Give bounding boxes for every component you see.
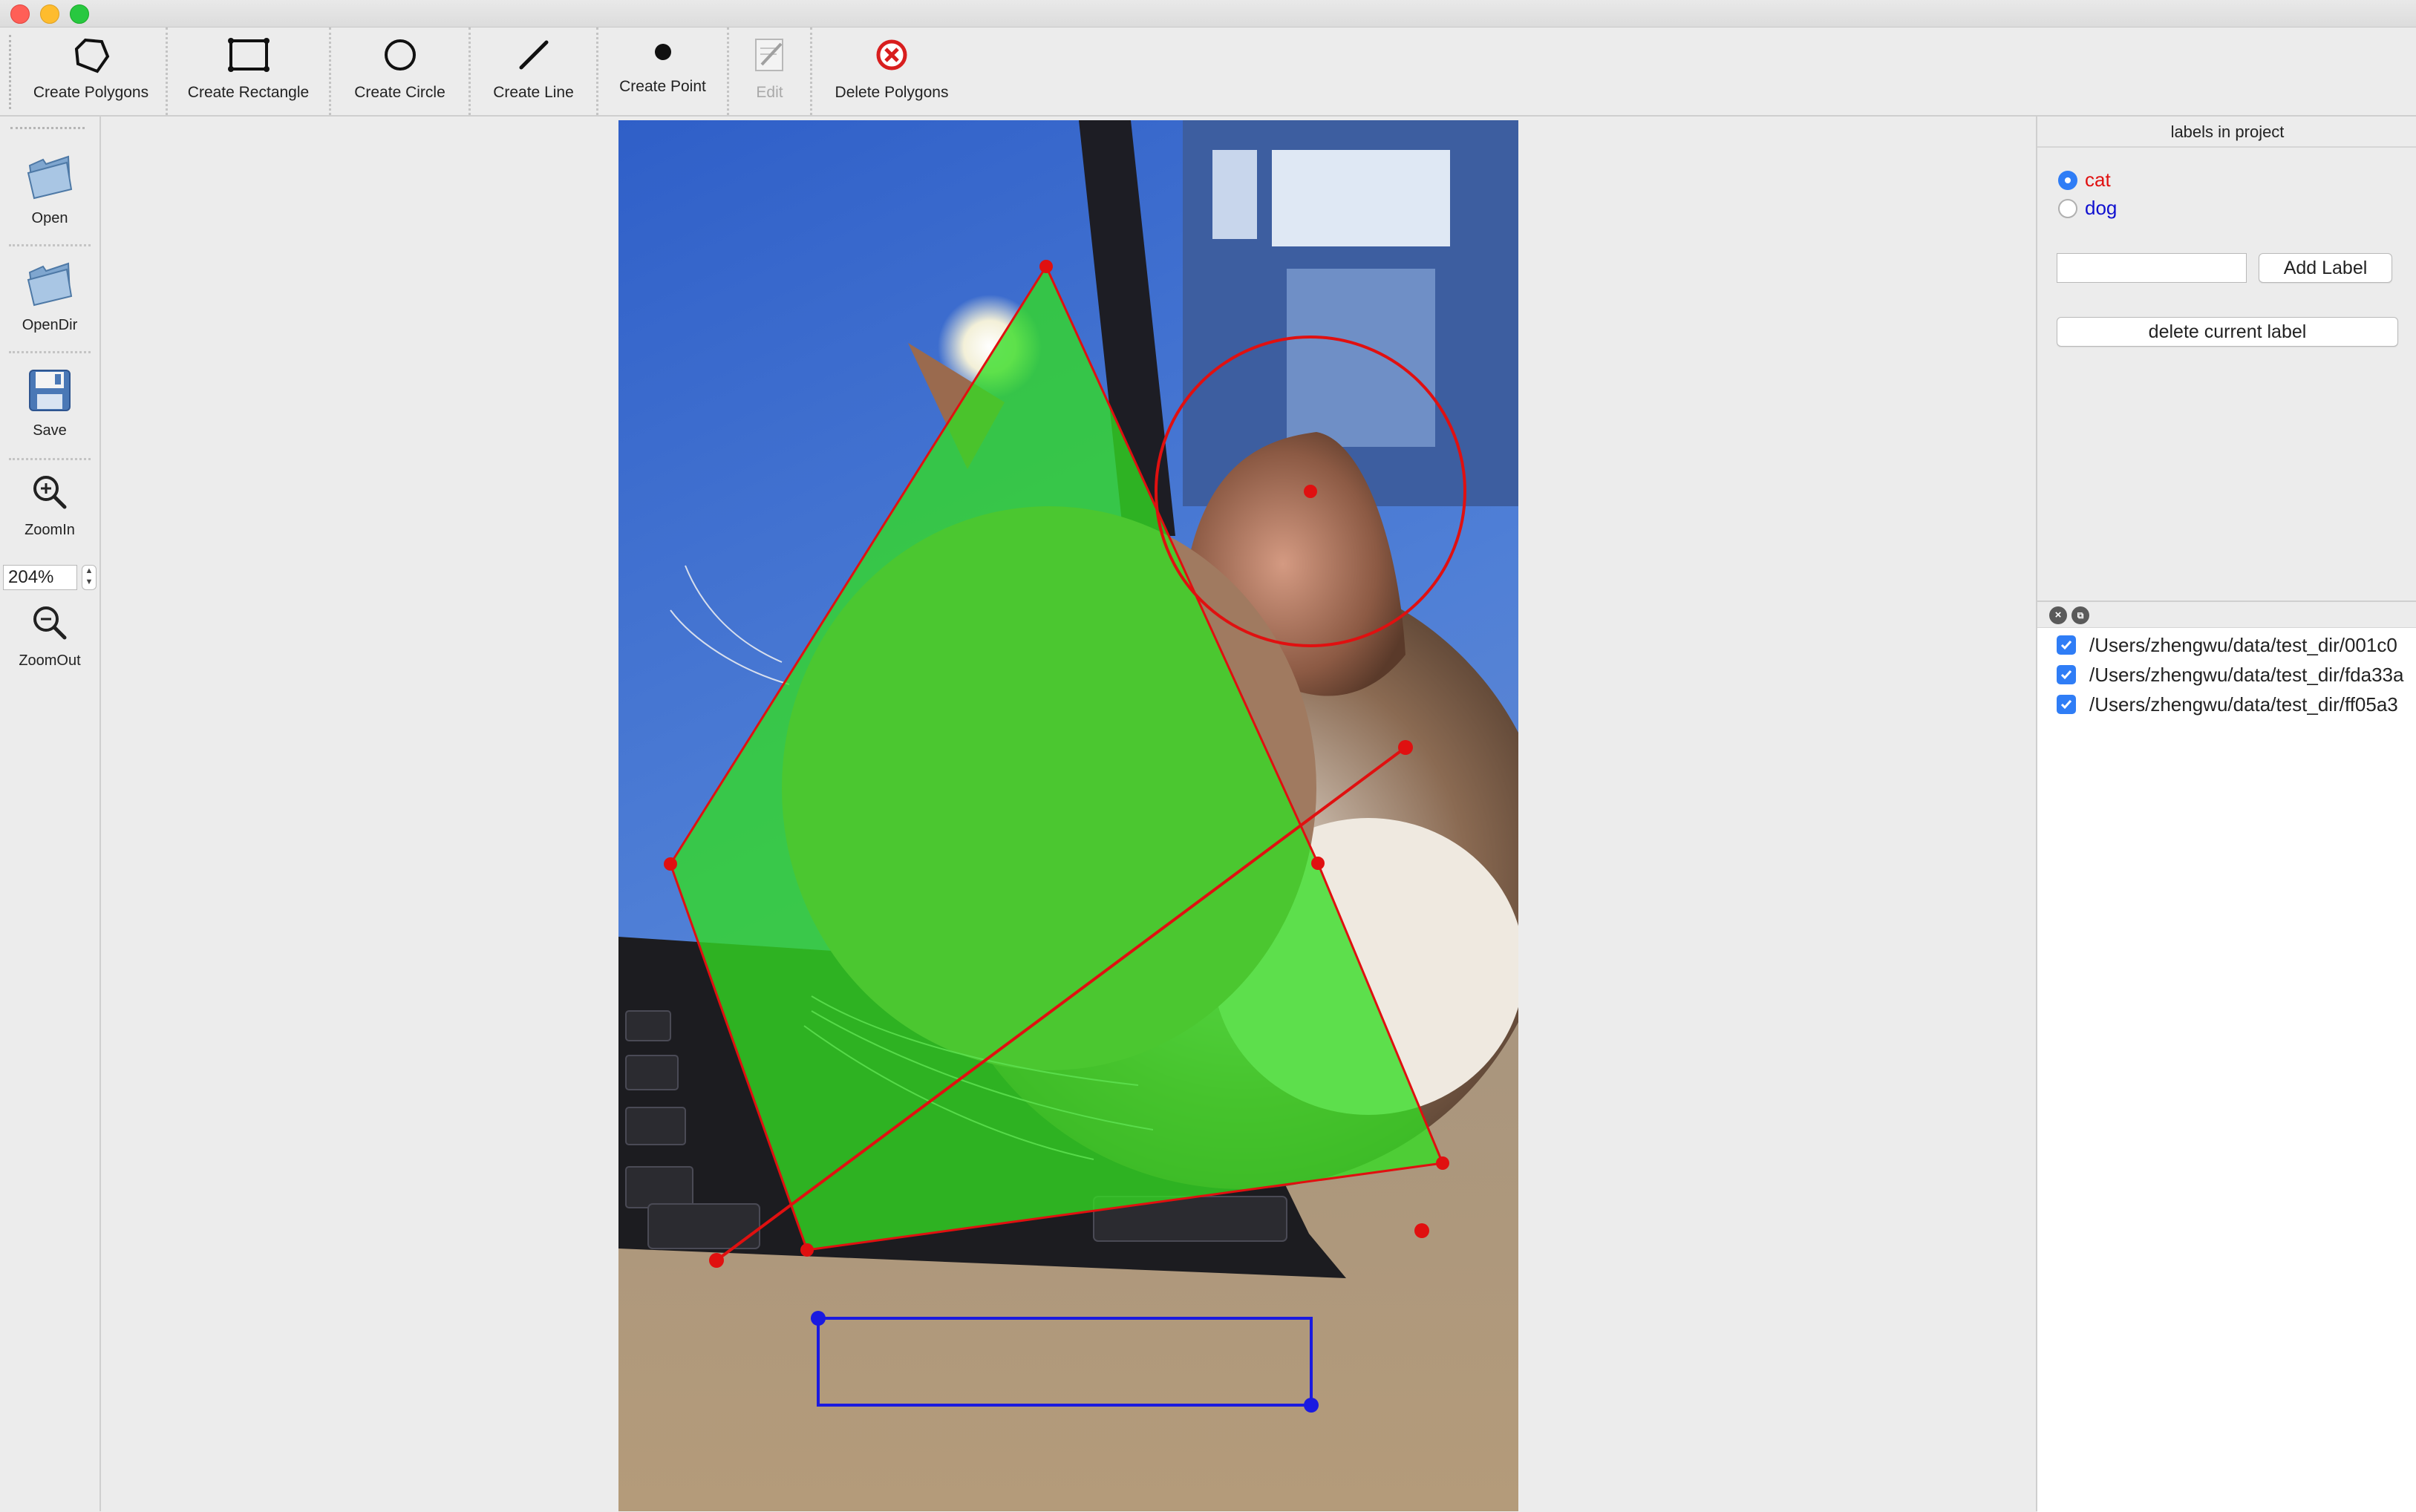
create-polygons-label: Create Polygons — [33, 84, 149, 101]
create-rectangle-button[interactable]: Create Rectangle — [168, 27, 331, 115]
toolbar-grip[interactable] — [9, 35, 14, 109]
circle-icon — [380, 29, 420, 81]
save-label: Save — [33, 422, 67, 439]
file-list-item[interactable]: /Users/zhengwu/data/test_dir/ff05a3 — [2037, 690, 2416, 719]
file-path: /Users/zhengwu/data/test_dir/fda33a — [2089, 663, 2404, 686]
line-endpoint[interactable] — [709, 1253, 724, 1268]
zoom-value-field[interactable]: 204% — [3, 565, 77, 590]
label-name-dog: dog — [2085, 197, 2118, 219]
zoom-spinbox[interactable]: 204% ▲ ▼ — [3, 565, 97, 592]
create-point-button[interactable]: Create Point — [598, 27, 729, 115]
file-path: /Users/zhengwu/data/test_dir/001c0 — [2089, 633, 2397, 656]
open-button[interactable]: Open — [0, 151, 99, 227]
rectangle-corner-handle[interactable] — [1304, 1398, 1319, 1413]
minimize-window-button[interactable] — [40, 4, 59, 24]
sidebar-separator — [9, 351, 91, 353]
line-icon — [514, 29, 554, 81]
polygon-vertex[interactable] — [664, 857, 677, 871]
line-endpoint[interactable] — [1398, 740, 1413, 755]
zoomin-button[interactable]: ZoomIn — [0, 471, 99, 539]
file-list[interactable]: /Users/zhengwu/data/test_dir/001c0 /User… — [2037, 627, 2416, 1512]
image-canvas[interactable] — [618, 120, 1518, 1511]
delete-icon — [873, 29, 910, 81]
file-checkbox[interactable] — [2057, 665, 2076, 684]
dock-close-icon[interactable]: × — [2049, 606, 2067, 624]
zoomout-button[interactable]: ZoomOut — [0, 602, 99, 670]
opendir-button[interactable]: OpenDir — [0, 258, 99, 334]
polygon-vertex[interactable] — [800, 1243, 814, 1257]
rectangle-corner-handle[interactable] — [811, 1311, 826, 1326]
left-sidebar: Open OpenDir Save ZoomIn 204% ▲ ▼ ZoomOut — [0, 117, 101, 1511]
files-dock-header: × ⧉ — [2037, 600, 2416, 624]
zoom-stepper-arrows[interactable]: ▲ ▼ — [82, 565, 97, 590]
zoom-in-icon — [29, 471, 71, 517]
open-folder-icon — [24, 258, 76, 312]
label-option-dog[interactable]: dog — [2058, 197, 2117, 220]
create-polygons-button[interactable]: Create Polygons — [16, 27, 168, 115]
right-panel: labels in project cat dog Add Label dele… — [2036, 117, 2416, 1512]
create-circle-label: Create Circle — [354, 84, 445, 101]
zoom-out-icon — [29, 602, 71, 648]
edit-button[interactable]: Edit — [729, 27, 812, 115]
create-line-label: Create Line — [493, 84, 574, 101]
delete-current-label-button[interactable]: delete current label — [2057, 317, 2398, 347]
label-option-cat[interactable]: cat — [2058, 168, 2111, 192]
edit-label: Edit — [756, 84, 783, 101]
file-checkbox[interactable] — [2057, 635, 2076, 655]
radio-unselected[interactable] — [2058, 198, 2077, 218]
close-window-button[interactable] — [10, 4, 30, 24]
point-annotation[interactable] — [1414, 1223, 1429, 1238]
polygon-vertex[interactable] — [1436, 1156, 1449, 1170]
file-path: /Users/zhengwu/data/test_dir/ff05a3 — [2089, 693, 2398, 716]
zoomout-label: ZoomOut — [19, 652, 81, 669]
create-rectangle-label: Create Rectangle — [187, 84, 310, 101]
labels-dock: labels in project cat dog Add Label dele… — [2037, 117, 2416, 600]
create-line-button[interactable]: Create Line — [471, 27, 598, 115]
zoomin-label: ZoomIn — [25, 522, 75, 538]
polygon-icon — [69, 29, 114, 81]
radio-selected[interactable] — [2058, 170, 2077, 190]
save-button[interactable]: Save — [0, 367, 99, 439]
floppy-disk-icon — [27, 367, 73, 418]
window-titlebar — [0, 0, 2416, 27]
image-window-pane — [1287, 269, 1435, 447]
new-label-input[interactable] — [2057, 253, 2247, 283]
sidebar-separator — [9, 244, 91, 246]
sidebar-grip[interactable] — [10, 127, 85, 132]
sidebar-separator — [9, 458, 91, 460]
image-window-pane — [1272, 150, 1450, 246]
dock-float-icon[interactable]: ⧉ — [2071, 606, 2089, 624]
point-icon — [648, 29, 678, 75]
annotation-canvas[interactable] — [101, 117, 2036, 1511]
image-window-pane — [1212, 150, 1257, 239]
file-list-item[interactable]: /Users/zhengwu/data/test_dir/fda33a — [2037, 661, 2416, 689]
polygon-vertex[interactable] — [1039, 260, 1053, 273]
circle-center-point[interactable] — [1304, 485, 1317, 498]
open-label: Open — [31, 210, 68, 226]
file-checkbox[interactable] — [2057, 695, 2076, 714]
labels-panel-title: labels in project — [2037, 117, 2416, 148]
polygon-vertex[interactable] — [1311, 857, 1325, 870]
rectangle-icon — [226, 29, 272, 81]
create-point-label: Create Point — [619, 78, 706, 95]
delete-polygons-label: Delete Polygons — [835, 84, 949, 101]
delete-polygons-button[interactable]: Delete Polygons — [812, 27, 971, 115]
edit-icon — [751, 29, 789, 81]
opendir-label: OpenDir — [22, 317, 78, 333]
zoom-window-button[interactable] — [70, 4, 89, 24]
files-dock: × ⧉ /Users/zhengwu/data/test_dir/001c0 /… — [2037, 600, 2416, 1512]
label-name-cat: cat — [2085, 168, 2111, 191]
create-circle-button[interactable]: Create Circle — [331, 27, 471, 115]
folder-icon — [24, 151, 76, 206]
file-list-item[interactable]: /Users/zhengwu/data/test_dir/001c0 — [2037, 631, 2416, 659]
add-label-button[interactable]: Add Label — [2259, 253, 2392, 283]
toolbar: Create Polygons Create Rectangle Create … — [0, 27, 2416, 117]
